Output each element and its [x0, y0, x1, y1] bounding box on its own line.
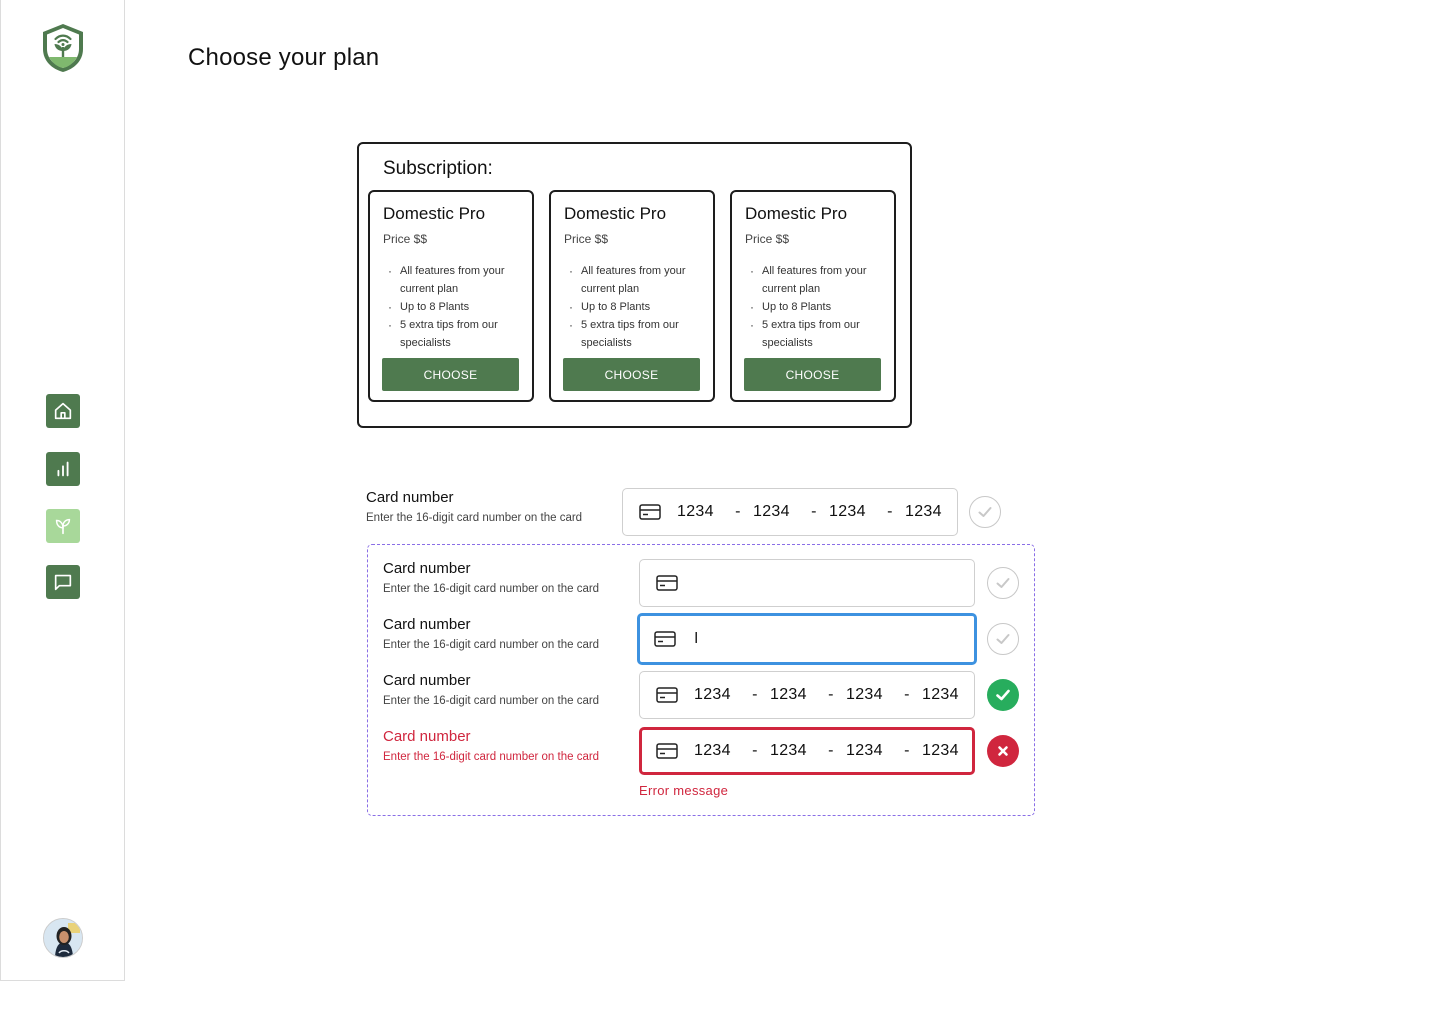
text-cursor: I: [694, 630, 699, 647]
field-label: Card number: [366, 489, 454, 506]
field-hint: Enter the 16-digit card number on the ca…: [366, 512, 583, 524]
card-number-value: 1234 - 1234 - 1234 - 1234: [694, 686, 968, 704]
card-digit-group: 1234: [846, 686, 883, 703]
nav-stats-button[interactable]: [46, 452, 80, 486]
field-hint: Enter the 16-digit card number on the ca…: [383, 639, 600, 651]
validation-status: [987, 679, 1019, 711]
card-digit-group: 1234: [922, 742, 959, 759]
card-digit-group: 1234: [694, 742, 731, 759]
plan-card: Domestic Pro Price $$ All features from …: [368, 190, 534, 402]
plan-name: Domestic Pro: [383, 204, 486, 223]
card-number-input[interactable]: [639, 559, 975, 607]
card-digit-group: 1234: [846, 742, 883, 759]
card-number-input[interactable]: I: [637, 613, 977, 665]
card-separator: -: [735, 503, 741, 520]
validation-status: [969, 496, 1001, 528]
card-separator: -: [887, 503, 893, 520]
plan-feature: 5 extra tips from our specialists: [750, 316, 890, 352]
choose-plan-button[interactable]: CHOOSE: [563, 358, 700, 391]
plan-price: Price $$: [564, 232, 609, 246]
plan-card: Domestic Pro Price $$ All features from …: [549, 190, 715, 402]
plan-name: Domestic Pro: [745, 204, 848, 223]
validation-status: [987, 735, 1019, 767]
card-digit-group: 1234: [770, 742, 807, 759]
card-separator: -: [752, 742, 758, 759]
plan-card: Domestic Pro Price $$ All features from …: [730, 190, 896, 402]
plan-features: All features from your current plan Up t…: [388, 262, 528, 352]
card-separator: -: [904, 742, 910, 759]
field-hint: Enter the 16-digit card number on the ca…: [383, 583, 600, 595]
plan-feature: Up to 8 Plants: [388, 298, 528, 316]
nav-home-button[interactable]: [46, 394, 80, 428]
card-separator: -: [828, 742, 834, 759]
card-digit-group: 1234: [677, 503, 714, 520]
plan-feature: Up to 8 Plants: [569, 298, 709, 316]
field-label: Card number: [383, 616, 471, 633]
card-number-input[interactable]: 1234 - 1234 - 1234 - 1234: [639, 727, 975, 775]
card-separator: -: [904, 686, 910, 703]
plan-feature: All features from your current plan: [750, 262, 890, 298]
card-digit-group: 1234: [753, 503, 790, 520]
credit-card-icon: [656, 743, 678, 759]
field-hint: Enter the 16-digit card number on the ca…: [383, 695, 600, 707]
field-hint: Enter the 16-digit card number on the ca…: [383, 751, 600, 763]
chat-icon: [54, 574, 72, 591]
nav-plants-button[interactable]: [46, 509, 80, 543]
card-number-value: 1234 - 1234 - 1234 - 1234: [677, 503, 951, 521]
card-number-input[interactable]: 1234 - 1234 - 1234 - 1234: [622, 488, 958, 536]
field-label: Card number: [383, 672, 471, 689]
sidebar: [0, 0, 125, 981]
sprout-icon: [55, 518, 71, 535]
plan-price: Price $$: [383, 232, 428, 246]
card-separator: -: [811, 503, 817, 520]
error-message: Error message: [639, 783, 729, 798]
subscription-title: Subscription:: [383, 158, 493, 179]
validation-status: [987, 623, 1019, 655]
card-number-input[interactable]: 1234 - 1234 - 1234 - 1234: [639, 671, 975, 719]
close-icon: [998, 746, 1008, 756]
card-digit-group: 1234: [922, 686, 959, 703]
card-number-value: 1234 - 1234 - 1234 - 1234: [694, 742, 968, 760]
field-label: Card number: [383, 728, 471, 745]
card-separator: -: [752, 686, 758, 703]
page-title: Choose your plan: [188, 44, 380, 71]
choose-plan-button[interactable]: CHOOSE: [744, 358, 881, 391]
plan-feature: All features from your current plan: [388, 262, 528, 298]
home-icon: [54, 402, 72, 420]
check-icon: [996, 689, 1010, 701]
choose-plan-button[interactable]: CHOOSE: [382, 358, 519, 391]
plan-feature: Up to 8 Plants: [750, 298, 890, 316]
subscription-panel: Subscription: Domestic Pro Price $$ All …: [357, 142, 912, 428]
plan-features: All features from your current plan Up t…: [750, 262, 890, 352]
credit-card-icon: [654, 631, 676, 647]
check-icon: [996, 634, 1010, 644]
credit-card-icon: [656, 687, 678, 703]
credit-card-icon: [639, 504, 661, 520]
validation-status: [987, 567, 1019, 599]
bar-chart-icon: [57, 461, 69, 477]
plan-feature: 5 extra tips from our specialists: [569, 316, 709, 352]
check-icon: [996, 578, 1010, 588]
card-digit-group: 1234: [829, 503, 866, 520]
plan-features: All features from your current plan Up t…: [569, 262, 709, 352]
nav-messages-button[interactable]: [46, 565, 80, 599]
plan-feature: All features from your current plan: [569, 262, 709, 298]
plan-feature: 5 extra tips from our specialists: [388, 316, 528, 352]
field-label: Card number: [383, 560, 471, 577]
plant-shield-logo[interactable]: [41, 23, 85, 73]
credit-card-icon: [656, 575, 678, 591]
check-icon: [978, 507, 992, 517]
user-avatar[interactable]: [43, 918, 83, 958]
plan-price: Price $$: [745, 232, 790, 246]
card-digit-group: 1234: [694, 686, 731, 703]
card-digit-group: 1234: [905, 503, 942, 520]
card-separator: -: [828, 686, 834, 703]
plan-name: Domestic Pro: [564, 204, 667, 223]
card-digit-group: 1234: [770, 686, 807, 703]
